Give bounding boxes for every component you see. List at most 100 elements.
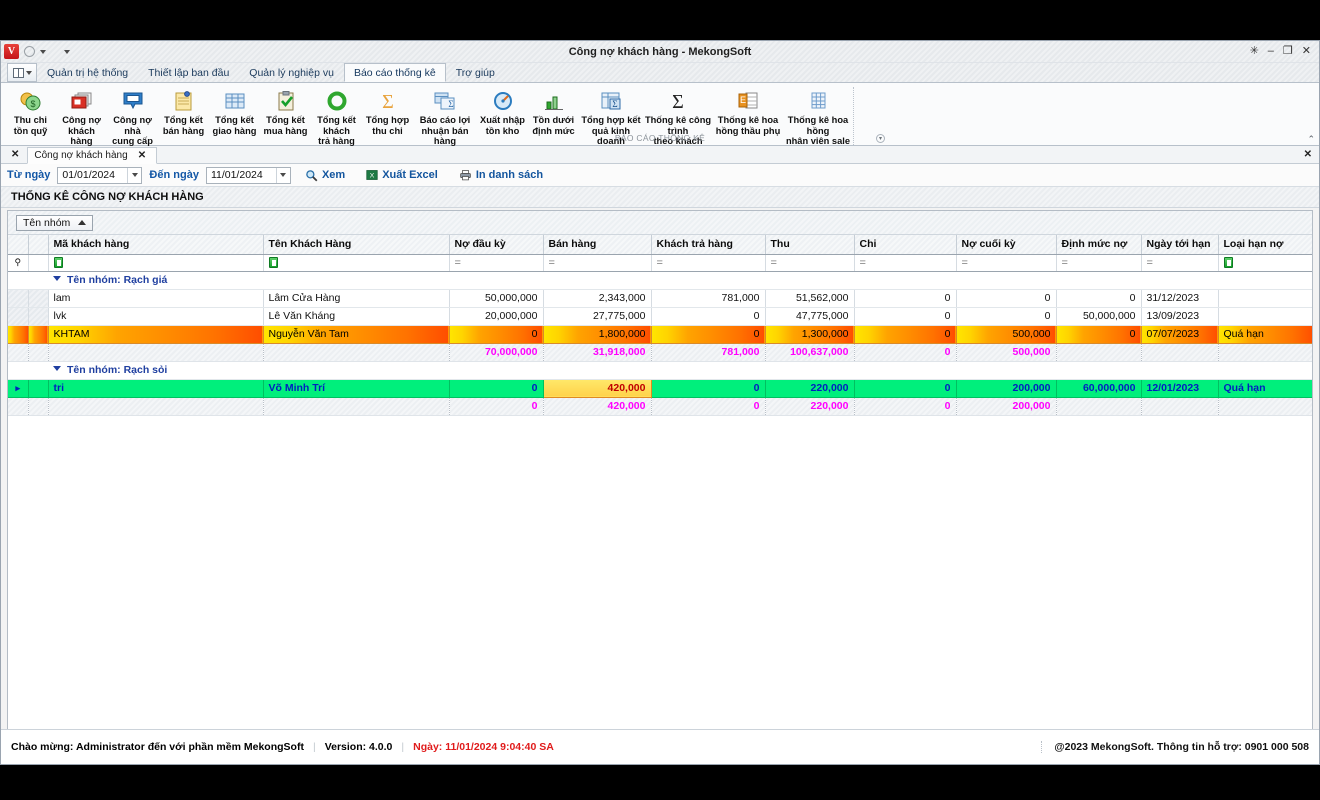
view-button[interactable]: Xem [298, 166, 352, 185]
column-header-loaihanno[interactable]: Loại hạn nợ [1218, 235, 1313, 254]
cell-ngaytoihan[interactable]: 07/07/2023 [1141, 325, 1218, 343]
filter-row[interactable]: ⚲======== [8, 254, 1313, 271]
cell-thu[interactable]: 51,562,000 [765, 289, 854, 307]
cell-chi[interactable]: 0 [854, 307, 956, 325]
restore-icon[interactable]: ❐ [1283, 46, 1293, 57]
cell-chi[interactable]: 0 [854, 379, 956, 397]
sort-ascending-icon[interactable] [78, 220, 86, 225]
group-header-row[interactable]: Tên nhóm: Rạch giá [8, 271, 1313, 289]
group-header-label[interactable]: Tên nhóm: Rạch giá [48, 271, 1313, 289]
ribbon-tab-4[interactable]: Trợ giúp [446, 63, 505, 82]
cell-banhang[interactable]: 1,800,000 [543, 325, 651, 343]
cell-ten[interactable]: Lâm Cửa Hàng [263, 289, 449, 307]
cell-banhang[interactable]: 420,000 [543, 379, 651, 397]
column-header-banhang[interactable]: Bán hàng [543, 235, 651, 254]
cell-nodauky[interactable]: 0 [449, 325, 543, 343]
table-row[interactable]: ▸triVõ Minh Trí0420,0000220,0000200,0006… [8, 379, 1313, 397]
cell-loaihanno[interactable]: Quá hạn [1218, 379, 1313, 397]
cell-ma[interactable]: lvk [48, 307, 263, 325]
row-select-cell[interactable] [28, 361, 48, 379]
filter-cell-chi[interactable]: = [854, 254, 956, 271]
minimize-icon[interactable]: – [1268, 46, 1274, 57]
cell-ma[interactable]: lam [48, 289, 263, 307]
ribbon-tab-2[interactable]: Quản lý nghiệp vụ [239, 63, 344, 82]
filter-cell-dinhmucno[interactable]: = [1056, 254, 1141, 271]
ribbon-tab-1[interactable]: Thiết lập ban đầu [138, 63, 239, 82]
close-tab-icon[interactable]: ✕ [134, 150, 150, 161]
filter-cell-ma[interactable] [48, 254, 263, 271]
cell-ten[interactable]: Võ Minh Trí [263, 379, 449, 397]
filter-cell-nocuoiky[interactable]: = [956, 254, 1056, 271]
cell-khachtrahang[interactable]: 0 [651, 325, 765, 343]
cell-nocuoiky[interactable]: 0 [956, 289, 1056, 307]
to-date-dropdown-icon[interactable] [276, 168, 290, 183]
filter-cell-nodauky[interactable]: = [449, 254, 543, 271]
group-header-label[interactable]: Tên nhóm: Rạch sỏi [48, 361, 1313, 379]
cell-nodauky[interactable]: 50,000,000 [449, 289, 543, 307]
row-select-cell[interactable] [28, 307, 48, 325]
cell-nocuoiky[interactable]: 500,000 [956, 325, 1056, 343]
cell-banhang[interactable]: 2,343,000 [543, 289, 651, 307]
cell-ten[interactable]: Nguyễn Văn Tam [263, 325, 449, 343]
table-row[interactable]: KHTAMNguyễn Văn Tam01,800,00001,300,0000… [8, 325, 1313, 343]
filter-cell-ngaytoihan[interactable]: = [1141, 254, 1218, 271]
group-by-panel[interactable]: Tên nhóm [8, 211, 1312, 235]
row-select-cell[interactable] [28, 397, 48, 415]
close-all-tabs-icon[interactable]: ✕ [7, 149, 23, 160]
print-list-button[interactable]: In danh sách [452, 166, 550, 185]
column-header-ten[interactable]: Tên Khách Hàng [263, 235, 449, 254]
close-document-icon[interactable]: ✕ [1304, 149, 1312, 160]
cell-ma[interactable]: KHTAM [48, 325, 263, 343]
cell-khachtrahang[interactable]: 781,000 [651, 289, 765, 307]
cell-nodauky[interactable]: 0 [449, 379, 543, 397]
cell-ngaytoihan[interactable]: 13/09/2023 [1141, 307, 1218, 325]
row-select-cell[interactable] [28, 325, 48, 343]
ribbon-collapse-icon[interactable]: ⌃ [1307, 134, 1315, 145]
quick-access-toolbar[interactable]: V [1, 44, 70, 59]
column-header-nodauky[interactable]: Nợ đầu kỳ [449, 235, 543, 254]
column-header-khachtrahang[interactable]: Khách trả hàng [651, 235, 765, 254]
ribbon-tab-0[interactable]: Quản trị hệ thống [37, 63, 138, 82]
to-date-input[interactable]: 11/01/2024 [206, 167, 291, 184]
ribbon-dialog-launcher-icon[interactable]: ▾ [876, 134, 885, 143]
cell-khachtrahang[interactable]: 0 [651, 307, 765, 325]
cell-dinhmucno[interactable]: 60,000,000 [1056, 379, 1141, 397]
cell-dinhmucno[interactable]: 0 [1056, 325, 1141, 343]
cell-khachtrahang[interactable]: 0 [651, 379, 765, 397]
chevron-down-icon[interactable] [40, 50, 46, 54]
cell-nocuoiky[interactable]: 0 [956, 307, 1056, 325]
cell-loaihanno[interactable] [1218, 289, 1313, 307]
close-icon[interactable]: ✕ [1302, 46, 1311, 57]
help-icon[interactable]: ✳ [1250, 46, 1259, 57]
cell-dinhmucno[interactable]: 50,000,000 [1056, 307, 1141, 325]
column-header-nocuoiky[interactable]: Nợ cuối kỳ [956, 235, 1056, 254]
cell-loaihanno[interactable]: Quá hạn [1218, 325, 1313, 343]
column-header-ma[interactable]: Mã khách hàng [48, 235, 263, 254]
group-chip-ten-nhom[interactable]: Tên nhóm [16, 215, 93, 231]
expand-collapse-icon[interactable] [53, 276, 61, 281]
filter-cell-khachtrahang[interactable]: = [651, 254, 765, 271]
row-select-cell[interactable] [28, 379, 48, 397]
cell-loaihanno[interactable] [1218, 307, 1313, 325]
export-excel-button[interactable]: X Xuất Excel [359, 166, 445, 185]
cell-thu[interactable]: 220,000 [765, 379, 854, 397]
cell-chi[interactable]: 0 [854, 289, 956, 307]
cell-dinhmucno[interactable]: 0 [1056, 289, 1141, 307]
document-tab-cong-no-khach-hang[interactable]: Công nợ khách hàng ✕ [27, 147, 157, 164]
expand-collapse-icon[interactable] [53, 366, 61, 371]
row-select-cell[interactable] [28, 289, 48, 307]
row-select-cell[interactable] [28, 343, 48, 361]
column-header-dinhmucno[interactable]: Định mức nợ [1056, 235, 1141, 254]
row-select-cell[interactable] [28, 271, 48, 289]
from-date-dropdown-icon[interactable] [127, 168, 141, 183]
filter-cell-thu[interactable]: = [765, 254, 854, 271]
cell-ngaytoihan[interactable]: 12/01/2023 [1141, 379, 1218, 397]
cell-chi[interactable]: 0 [854, 325, 956, 343]
cell-nocuoiky[interactable]: 200,000 [956, 379, 1056, 397]
table-row[interactable]: lamLâm Cửa Hàng50,000,0002,343,000781,00… [8, 289, 1313, 307]
from-date-input[interactable]: 01/01/2024 [57, 167, 142, 184]
cell-thu[interactable]: 47,775,000 [765, 307, 854, 325]
qat-customize-chevron-icon[interactable] [64, 50, 70, 54]
column-header-chi[interactable]: Chi [854, 235, 956, 254]
table-row[interactable]: lvkLê Văn Kháng20,000,00027,775,000047,7… [8, 307, 1313, 325]
